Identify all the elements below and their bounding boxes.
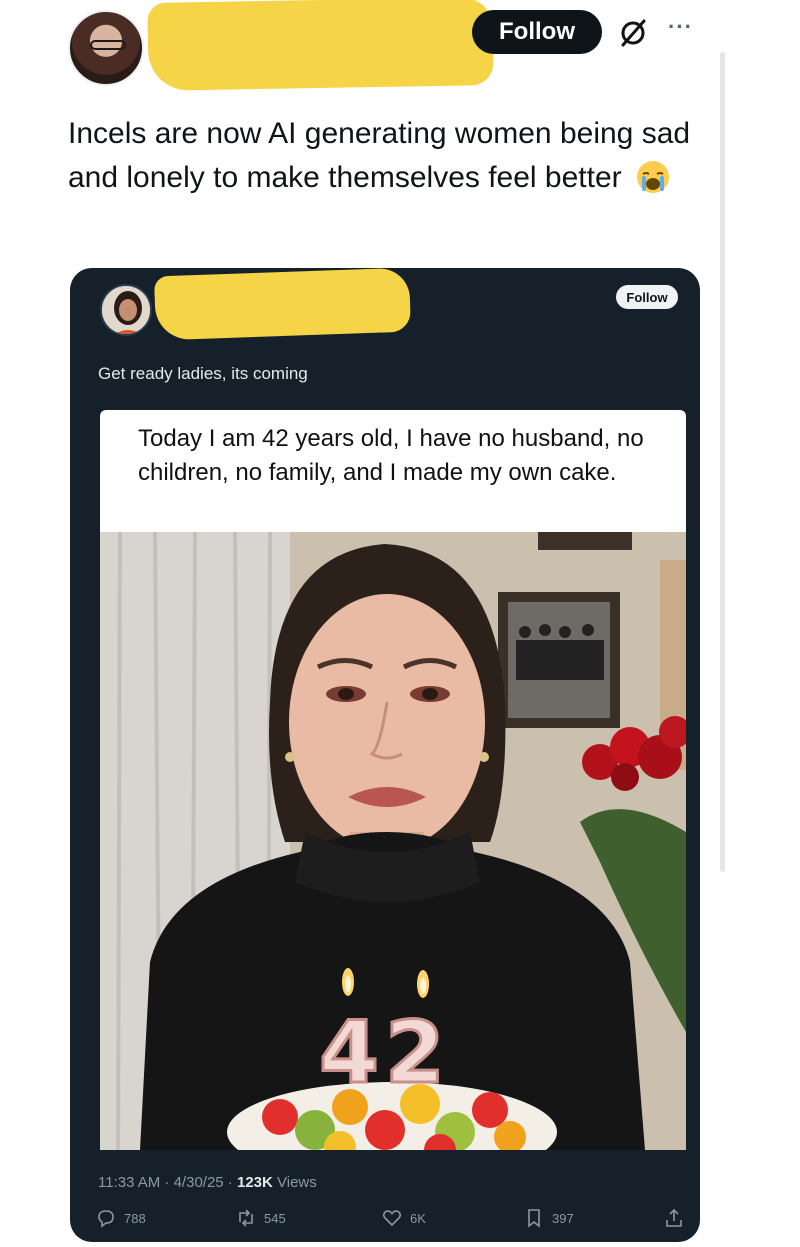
- follow-button[interactable]: Follow: [472, 10, 602, 54]
- more-icon[interactable]: ···: [668, 14, 693, 40]
- crying-emoji-icon: [636, 161, 669, 193]
- redacted-username: [147, 0, 494, 92]
- bookmark-button[interactable]: 397: [524, 1208, 574, 1228]
- post-time[interactable]: 11:33 AM · 4/30/25 ·: [98, 1174, 233, 1191]
- post-text: Incels are now AI generating women being…: [68, 112, 708, 200]
- post-header: Follow ···: [0, 0, 800, 100]
- image-caption-text: Today I am 42 years old, I have no husba…: [138, 425, 644, 486]
- quoted-follow-button[interactable]: Follow: [616, 285, 678, 309]
- share-button[interactable]: [664, 1208, 684, 1228]
- quoted-avatar[interactable]: [100, 284, 152, 336]
- action-bar: 788 545 6K 397: [70, 1208, 700, 1234]
- repost-count: 545: [264, 1210, 286, 1226]
- avatar-glasses: [90, 40, 126, 50]
- views-label: Views: [277, 1174, 317, 1191]
- reply-button[interactable]: 788: [96, 1208, 146, 1228]
- share-icon: [666, 1208, 682, 1227]
- quoted-redacted-username: [153, 268, 412, 341]
- like-button[interactable]: 6K: [382, 1208, 426, 1228]
- bookmark-icon: [528, 1209, 540, 1228]
- avatar[interactable]: [68, 10, 144, 86]
- grok-icon[interactable]: [618, 18, 648, 48]
- post-image[interactable]: 42: [100, 532, 686, 1150]
- reply-icon: [98, 1210, 114, 1228]
- post-text-body: Incels are now AI generating women being…: [68, 117, 691, 194]
- like-count: 6K: [410, 1210, 426, 1226]
- quoted-caption: Get ready ladies, its coming: [98, 364, 308, 383]
- views-count: 123K: [236, 1174, 273, 1191]
- image-caption-box: Today I am 42 years old, I have no husba…: [100, 410, 686, 532]
- repost-icon: [239, 1209, 253, 1227]
- quoted-post-card[interactable]: Follow Get ready ladies, its coming Toda…: [70, 268, 700, 1242]
- scrollbar[interactable]: [720, 52, 725, 872]
- bookmark-count: 397: [552, 1210, 574, 1226]
- post-meta: 11:33 AM · 4/30/25 · 123K Views: [98, 1174, 317, 1191]
- like-icon: [382, 1210, 402, 1227]
- candle-number: 42: [319, 1003, 451, 1103]
- repost-button[interactable]: 545: [236, 1208, 286, 1228]
- reply-count: 788: [124, 1210, 146, 1226]
